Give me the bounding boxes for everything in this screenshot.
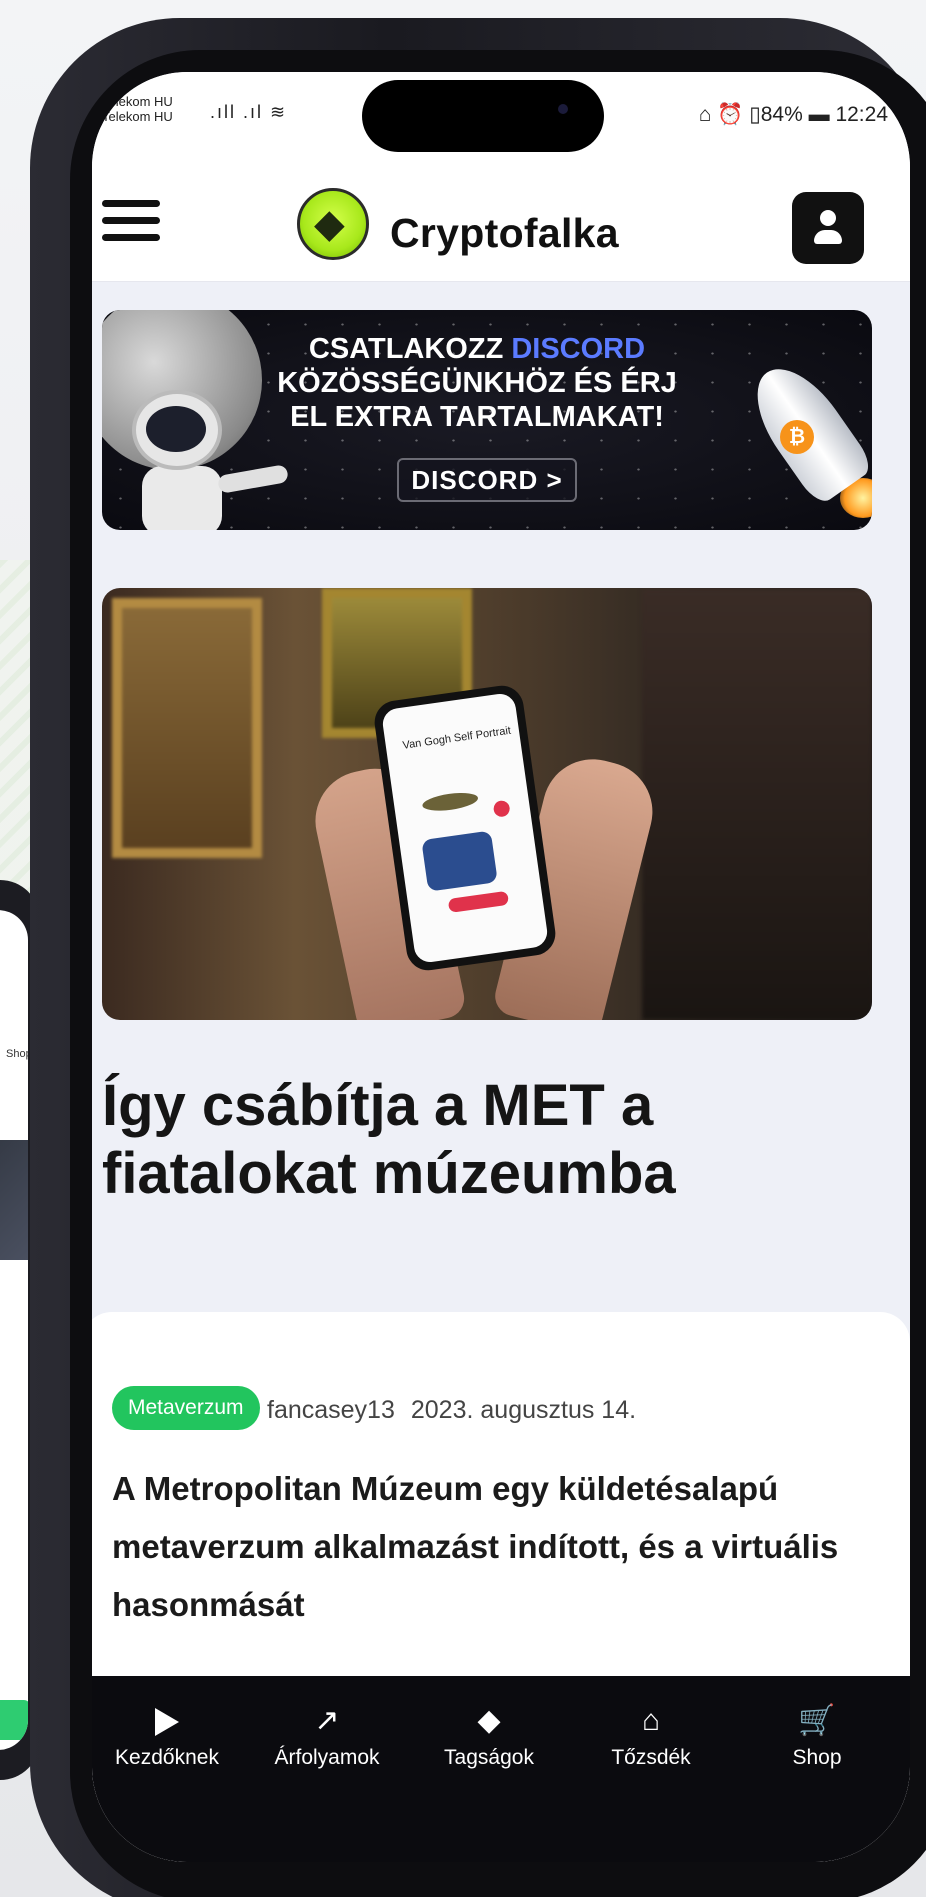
article-excerpt: A Metropolitan Múzeum egy küldetésalapú …	[112, 1470, 839, 1623]
play-icon	[92, 1702, 242, 1740]
background-button	[0, 1700, 28, 1740]
status-right: ⌂ ⏰ ▯84% ▬ 12:24	[698, 103, 888, 126]
banner-line1: CSATLAKOZZ	[308, 333, 512, 365]
article-title[interactable]: Így csábítja a MET a fiatalokat múzeumba	[102, 1072, 862, 1208]
visitor-silhouette	[642, 588, 872, 1020]
tab-label: Árfolyamok	[274, 1746, 380, 1769]
stage: Shop Telekom HU Telekom HU .ıll .ıl ≋ ⌂ …	[0, 0, 926, 1897]
article-hero-image[interactable]: Van Gogh Self Portrait	[102, 588, 872, 1020]
banner-line2: KÖZÖSSÉGÜNKHÖZ ÉS ÉRJ	[277, 367, 677, 399]
carrier-label: Telekom HU Telekom HU	[102, 94, 173, 124]
tab-label: Tőzsdék	[611, 1746, 691, 1769]
tab-label: Shop	[792, 1746, 842, 1769]
article-meta: fancasey13 2023. augusztus 14.	[267, 1396, 652, 1425]
status-bar: Telekom HU Telekom HU .ıll .ıl ≋ ⌂ ⏰ ▯84…	[92, 72, 910, 152]
carrier-2: Telekom HU	[102, 109, 173, 124]
phone-screen: Telekom HU Telekom HU .ıll .ıl ≋ ⌂ ⏰ ▯84…	[92, 72, 910, 1862]
app-header: ◆ Cryptofalka	[92, 152, 910, 282]
wolf-logo-icon[interactable]: ◆	[297, 188, 369, 260]
astronaut-image	[122, 380, 290, 530]
background-image	[0, 1140, 28, 1260]
bitcoin-icon: ₿	[780, 420, 814, 454]
trend-up-icon: ↗	[314, 1704, 340, 1737]
tab-arfolyamok[interactable]: ↗ Árfolyamok	[252, 1702, 402, 1770]
cart-icon: 🛒	[798, 1704, 836, 1737]
tab-label: Kezdőknek	[115, 1746, 219, 1769]
painting-left	[112, 598, 262, 858]
rocket-image: ₿	[732, 350, 872, 520]
banner-accent: DISCORD	[511, 333, 646, 365]
brand-name[interactable]: Cryptofalka	[390, 210, 619, 257]
menu-icon[interactable]	[102, 200, 160, 246]
bank-icon: ⌂	[641, 1704, 661, 1737]
tab-kezdoknek[interactable]: Kezdőknek	[92, 1702, 242, 1770]
banner-text: CSATLAKOZZ DISCORD KÖZÖSSÉGÜNKHÖZ ÉS ÉRJ…	[262, 332, 692, 434]
tab-label: Tagságok	[444, 1746, 534, 1769]
camera-icon	[558, 104, 568, 114]
tab-tozsdek[interactable]: ⌂ Tőzsdék	[576, 1702, 726, 1770]
tab-tagsagok[interactable]: ◆ Tagságok	[414, 1702, 564, 1770]
bottom-tab-bar: Kezdőknek ↗ Árfolyamok ◆ Tagságok ⌂ Tőzs…	[92, 1676, 910, 1862]
author-link[interactable]: fancasey13	[267, 1396, 395, 1424]
discord-banner[interactable]: CSATLAKOZZ DISCORD KÖZÖSSÉGÜNKHÖZ ÉS ÉRJ…	[102, 310, 872, 530]
signal-icon: .ıll .ıl ≋	[210, 102, 288, 122]
publish-date: 2023. augusztus 14.	[410, 1396, 637, 1424]
tab-shop[interactable]: 🛒 Shop	[742, 1702, 892, 1770]
discord-button[interactable]: DISCORD >	[397, 458, 577, 502]
user-icon[interactable]	[792, 192, 864, 264]
carrier-1: Telekom HU	[102, 94, 173, 109]
device-screen-text: Van Gogh Self Portrait	[401, 724, 512, 752]
banner-line3: EL EXTRA TARTALMAKAT!	[290, 401, 664, 433]
diamond-icon: ◆	[477, 1704, 501, 1737]
background-phone-screen: Shop	[0, 910, 28, 1750]
category-badge[interactable]: Metaverzum	[112, 1386, 260, 1430]
dynamic-island	[362, 80, 604, 152]
background-shop-label: Shop	[6, 1048, 28, 1060]
